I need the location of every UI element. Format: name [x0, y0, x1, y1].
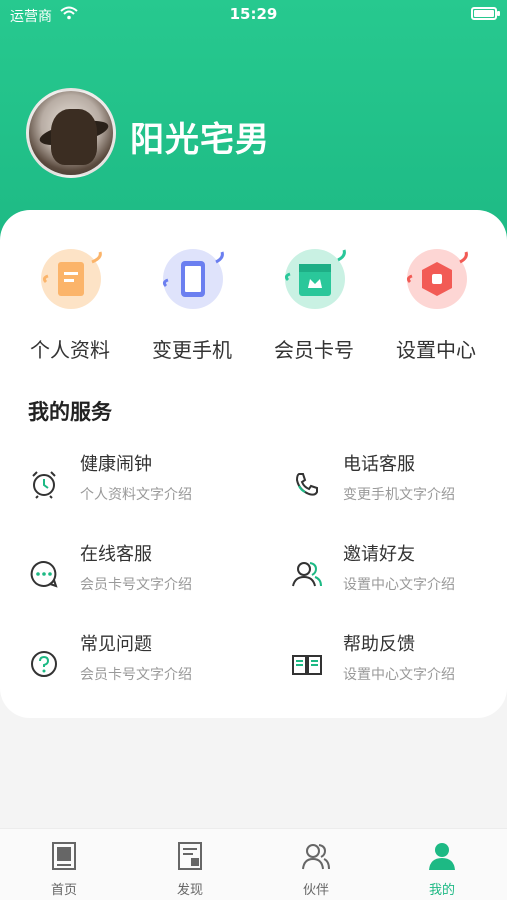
- quick-action-profile[interactable]: 个人资料: [7, 248, 133, 368]
- quick-action-label: 变更手机: [152, 338, 232, 362]
- invite-friends-icon: [292, 562, 322, 587]
- question-icon: [31, 651, 57, 677]
- phone-change-icon: [162, 249, 224, 309]
- service-faq[interactable]: 常见问题 会员卡号文字介绍: [28, 630, 268, 694]
- member-card-icon: [284, 249, 346, 309]
- quick-action-member-card[interactable]: 会员卡号: [251, 248, 377, 368]
- tab-discover[interactable]: 发现: [127, 829, 253, 900]
- tab-label: 首页: [50, 883, 77, 898]
- status-time: 15:29: [229, 5, 278, 23]
- username: 阳光宅男: [130, 120, 270, 160]
- battery-icon: [471, 7, 500, 20]
- service-title: 在线客服: [80, 544, 152, 565]
- service-help-feedback[interactable]: 帮助反馈 设置中心文字介绍: [291, 630, 507, 694]
- tab-label: 我的: [428, 883, 455, 898]
- service-desc: 会员卡号文字介绍: [80, 667, 192, 683]
- service-title: 电话客服: [343, 454, 415, 475]
- quick-action-label: 设置中心: [396, 338, 476, 362]
- quick-action-label: 个人资料: [30, 338, 110, 362]
- service-phone-support[interactable]: 电话客服 变更手机文字介绍: [291, 450, 507, 514]
- discover-doc-icon: [178, 842, 202, 870]
- partners-icon: [302, 844, 330, 870]
- quick-action-label: 会员卡号: [274, 338, 354, 362]
- me-user-icon: [429, 843, 455, 870]
- profile-doc-icon: [41, 249, 102, 309]
- service-desc: 设置中心文字介绍: [343, 577, 455, 593]
- service-invite-friends[interactable]: 邀请好友 设置中心文字介绍: [291, 540, 507, 604]
- service-desc: 变更手机文字介绍: [343, 487, 455, 503]
- service-title: 邀请好友: [343, 544, 415, 565]
- home-book-icon: [52, 842, 76, 870]
- quick-action-change-phone[interactable]: 变更手机: [129, 248, 255, 368]
- tab-label: 伙伴: [302, 883, 329, 898]
- chat-bubble-icon: [30, 560, 58, 588]
- tab-label: 发现: [176, 883, 203, 898]
- service-title: 帮助反馈: [343, 634, 415, 655]
- quick-action-settings[interactable]: 设置中心: [373, 248, 499, 368]
- service-desc: 个人资料文字介绍: [80, 487, 192, 503]
- profile-card: 个人资料 变更手机 会员卡号 设置中心 我的服务 健康闹钟 个人资料文字介绍 电…: [0, 210, 507, 718]
- service-online-support[interactable]: 在线客服 会员卡号文字介绍: [28, 540, 268, 604]
- bottom-tab-bar: 首页 发现 伙伴 我的: [0, 828, 507, 900]
- service-title: 常见问题: [80, 634, 152, 655]
- service-title: 健康闹钟: [80, 454, 152, 475]
- avatar[interactable]: [26, 88, 116, 178]
- phone-icon: [295, 473, 318, 496]
- tab-home[interactable]: 首页: [1, 829, 127, 900]
- tab-partners[interactable]: 伙伴: [253, 829, 379, 900]
- tab-me[interactable]: 我的: [379, 829, 505, 900]
- service-health-alarm[interactable]: 健康闹钟 个人资料文字介绍: [28, 450, 268, 514]
- book-icon: [292, 655, 322, 675]
- alarm-clock-icon: [32, 471, 56, 499]
- service-desc: 设置中心文字介绍: [343, 667, 455, 683]
- status-bar: 运营商 15:29: [0, 0, 507, 30]
- service-desc: 会员卡号文字介绍: [80, 577, 192, 593]
- services-title: 我的服务: [28, 400, 112, 424]
- settings-hex-icon: [406, 249, 468, 309]
